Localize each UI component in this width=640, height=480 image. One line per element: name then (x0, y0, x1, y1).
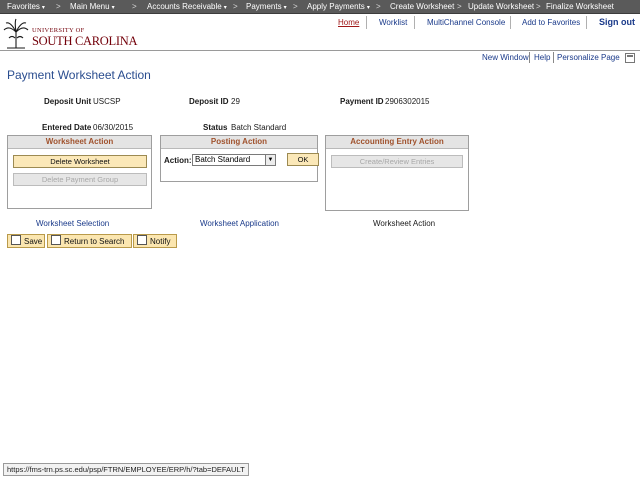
action-label: Action: (164, 156, 192, 165)
dropdown-arrow-icon[interactable]: ▼ (265, 155, 275, 165)
return-to-search-button[interactable]: Return to Search (47, 234, 132, 248)
tab-worksheet-action: Worksheet Action (373, 219, 436, 228)
nav-update-worksheet-label: Update Worksheet (468, 2, 535, 11)
usc-palmetto-logo-icon (3, 18, 29, 49)
worksheet-action-header: Worksheet Action (8, 136, 151, 149)
sign-out-link[interactable]: Sign out (599, 17, 635, 27)
payment-id-label: Payment ID (340, 97, 384, 106)
save-icon (11, 235, 21, 245)
deposit-id-value: 29 (231, 97, 240, 106)
deposit-unit-value: USCSP (93, 97, 121, 106)
worklist-link[interactable]: Worklist (379, 17, 407, 29)
page-title: Payment Worksheet Action (7, 68, 151, 82)
deposit-unit-label: Deposit Unit (44, 97, 92, 106)
nav-create-worksheet-label: Create Worksheet (390, 2, 455, 11)
pagebar-divider (553, 52, 554, 63)
save-button[interactable]: Save (7, 234, 45, 248)
deposit-id-label: Deposit ID (189, 97, 229, 106)
nav-payments[interactable]: Payments ▾ (246, 0, 287, 13)
home-link[interactable]: Home (338, 17, 359, 29)
save-label: Save (24, 237, 43, 246)
nav-separator: > (457, 2, 462, 11)
add-to-favorites-link[interactable]: Add to Favorites (522, 17, 580, 29)
nav-create-worksheet[interactable]: Create Worksheet (390, 0, 454, 13)
status-label: Status (203, 123, 228, 132)
logo-text-top: UNIVERSITY OF (32, 27, 85, 34)
nav-finalize-worksheet[interactable]: Finalize Worksheet (546, 0, 614, 13)
delete-worksheet-button[interactable]: Delete Worksheet (13, 155, 147, 168)
delete-payment-group-button[interactable]: Delete Payment Group (13, 173, 147, 186)
header-divider (510, 16, 511, 29)
header-divider (366, 16, 367, 29)
nav-update-worksheet[interactable]: Update Worksheet (468, 0, 534, 13)
notify-icon (137, 235, 147, 245)
notify-label: Notify (150, 237, 171, 246)
nav-accounts-receivable[interactable]: Accounts Receivable ▾ (147, 0, 227, 13)
page-options-icon[interactable] (625, 53, 635, 63)
nav-favorites[interactable]: Favorites ▾ (7, 0, 45, 13)
nav-separator: > (376, 2, 381, 11)
new-window-link[interactable]: New Window (482, 53, 529, 62)
header-divider-line (0, 50, 640, 51)
nav-main-menu-label: Main Menu (70, 2, 110, 11)
chevron-down-icon: ▾ (41, 5, 45, 11)
tab-worksheet-application[interactable]: Worksheet Application (200, 219, 279, 228)
personalize-page-link[interactable]: Personalize Page (557, 53, 620, 62)
entered-date-label: Entered Date (42, 123, 92, 132)
help-link[interactable]: Help (534, 53, 550, 62)
chevron-down-icon: ▾ (283, 5, 287, 11)
chevron-down-icon: ▾ (111, 5, 115, 11)
accounting-entry-action-group: Accounting Entry Action (325, 135, 469, 211)
notify-button[interactable]: Notify (133, 234, 177, 248)
nav-separator: > (56, 2, 61, 11)
nav-favorites-label: Favorites (7, 2, 40, 11)
tab-worksheet-selection[interactable]: Worksheet Selection (36, 219, 109, 228)
nav-separator: > (132, 2, 137, 11)
chevron-down-icon: ▾ (223, 5, 227, 11)
pagebar-divider (529, 52, 530, 63)
top-navigation-bar: Favorites ▾ > Main Menu ▾ > Accounts Recei… (0, 0, 640, 14)
multichannel-console-link[interactable]: MultiChannel Console (427, 17, 505, 29)
nav-payments-label: Payments (246, 2, 282, 11)
header-divider (414, 16, 415, 29)
browser-status-url: https://fms-trn.ps.sc.edu/psp/FTRN/EMPLO… (3, 463, 249, 476)
action-select-value: Batch Standard (195, 155, 251, 164)
nav-apply-payments-label: Apply Payments (307, 2, 365, 11)
accounting-entry-action-header: Accounting Entry Action (326, 136, 468, 149)
action-select[interactable]: Batch Standard ▼ (192, 154, 276, 166)
nav-separator: > (293, 2, 298, 11)
nav-separator: > (233, 2, 238, 11)
header-divider (586, 16, 587, 29)
nav-accounts-receivable-label: Accounts Receivable (147, 2, 222, 11)
nav-main-menu[interactable]: Main Menu ▾ (70, 0, 115, 13)
chevron-down-icon: ▾ (366, 5, 370, 11)
ok-button[interactable]: OK (287, 153, 319, 166)
nav-separator: > (536, 2, 541, 11)
status-value: Batch Standard (231, 123, 287, 132)
entered-date-value: 06/30/2015 (93, 123, 134, 132)
posting-action-header: Posting Action (161, 136, 317, 149)
create-review-entries-button[interactable]: Create/Review Entries (331, 155, 463, 168)
nav-finalize-worksheet-label: Finalize Worksheet (546, 2, 614, 11)
nav-apply-payments[interactable]: Apply Payments ▾ (307, 0, 370, 13)
return-label: Return to Search (64, 237, 125, 246)
worksheet-action-group: Worksheet Action (7, 135, 152, 209)
logo-text-main: SOUTH CAROLINA (32, 34, 138, 48)
payment-id-value: 2906302015 (385, 97, 430, 106)
return-icon (51, 235, 61, 245)
